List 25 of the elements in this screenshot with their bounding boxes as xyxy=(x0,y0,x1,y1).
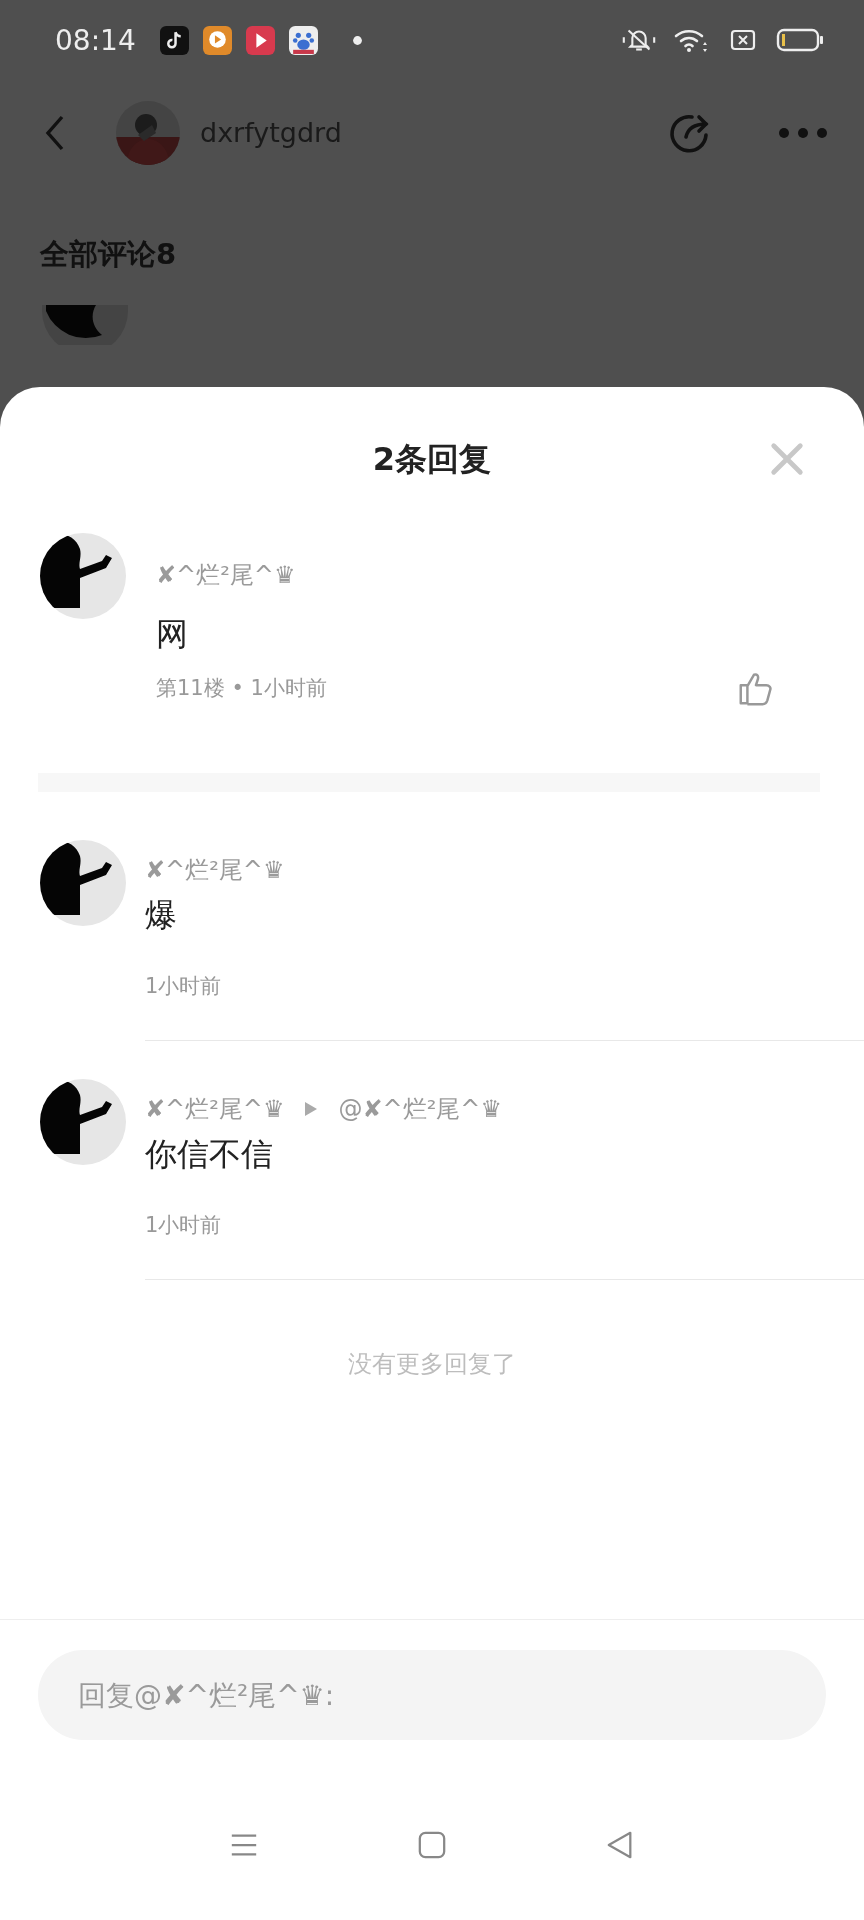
author-name[interactable]: ✘^烂²尾^♛ xyxy=(156,559,296,591)
author-name[interactable]: ✘^烂²尾^♛ xyxy=(145,1093,285,1125)
reply-text: 你信不信 xyxy=(145,1134,273,1175)
paw-icon xyxy=(288,25,318,55)
comments-heading: 全部评论8 xyxy=(40,236,178,273)
notification-dot-icon xyxy=(351,34,363,46)
close-icon[interactable] xyxy=(768,440,806,478)
music-note-icon xyxy=(159,25,189,55)
comment-meta: 第11楼 • 1小时前 xyxy=(156,675,327,702)
no-more-replies: 没有更多回复了 xyxy=(348,1349,516,1380)
play-icon xyxy=(202,25,232,55)
reply-input-field[interactable]: 回复@✘^烂²尾^♛: xyxy=(38,1650,826,1740)
home-icon[interactable] xyxy=(417,1830,447,1860)
mention-name[interactable]: @✘^烂²尾^♛ xyxy=(338,1093,502,1125)
reply-text: 爆 xyxy=(145,895,177,936)
status-time: 08:14 xyxy=(55,23,136,57)
author-name[interactable]: ✘^烂²尾^♛ xyxy=(145,854,285,886)
reply-time: 1小时前 xyxy=(145,973,222,1000)
sheet-title: 2条回复 xyxy=(372,439,492,480)
comment-text: 网 xyxy=(156,614,188,655)
more-icon[interactable] xyxy=(778,126,828,139)
battery-icon xyxy=(776,26,824,54)
play-icon xyxy=(245,25,275,55)
arrow-icon xyxy=(304,1101,319,1117)
reply-time: 1小时前 xyxy=(145,1212,222,1239)
